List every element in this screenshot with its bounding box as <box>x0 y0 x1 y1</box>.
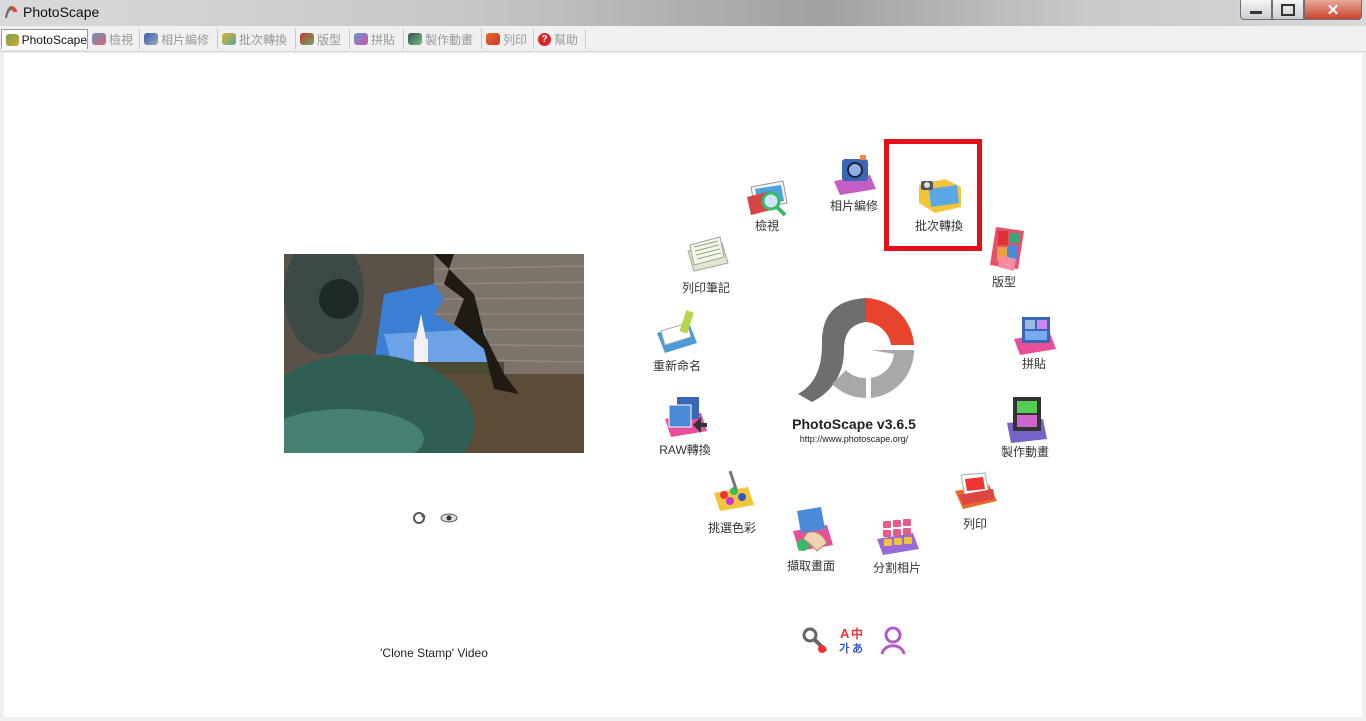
tab-label: 批次轉換 <box>239 32 288 47</box>
tab-label: 版型 <box>317 32 342 47</box>
tab-label: 列印 <box>503 32 528 47</box>
svg-text:가: 가 <box>839 641 849 655</box>
menu-animated[interactable]: 製作動畫 <box>990 393 1060 460</box>
settings-wrench-icon[interactable] <box>800 625 830 655</box>
raw-converter-icon <box>665 397 707 437</box>
animated-tab-icon <box>408 33 422 45</box>
screen-capture-icon <box>793 507 833 552</box>
tab-page[interactable]: 版型 <box>296 29 350 49</box>
page-tab-icon <box>300 33 314 45</box>
menu-screen-capture-label: 擷取畫面 <box>786 559 835 573</box>
menu-screen-capture[interactable]: 擷取畫面 <box>776 505 846 574</box>
menu-raw-converter[interactable]: RAW轉換 <box>650 395 720 458</box>
tab-batch[interactable]: 批次轉換 <box>218 29 296 49</box>
tab-help[interactable]: ? 幫助 <box>534 29 586 49</box>
tab-viewer[interactable]: 檢視 <box>88 29 140 49</box>
tab-label: 幫助 <box>554 32 579 47</box>
editor-tab-icon <box>144 33 158 45</box>
photoscape-logo-icon <box>5 6 17 18</box>
menu-editor-label: 相片編修 <box>829 199 878 213</box>
title-bar: PhotoScape ✕ <box>0 0 1366 26</box>
user-icon[interactable] <box>878 625 908 655</box>
close-icon: ✕ <box>1326 1 1340 19</box>
svg-text:中: 中 <box>851 626 863 641</box>
window-title: PhotoScape <box>23 4 100 20</box>
menu-print-label: 列印 <box>962 517 987 531</box>
maximize-button[interactable] <box>1272 0 1304 20</box>
combine-tab-icon <box>354 33 368 45</box>
menu-batch-label: 批次轉換 <box>914 219 963 233</box>
menu-rename[interactable]: 重新命名 <box>642 309 712 374</box>
language-icon[interactable]: A 中 가 あ <box>838 625 868 655</box>
editor-icon <box>834 155 876 195</box>
color-picker-icon <box>714 470 754 511</box>
minimize-icon <box>1250 11 1262 14</box>
svg-text:あ: あ <box>852 642 863 655</box>
tab-label: 檢視 <box>109 32 134 47</box>
minimize-button[interactable] <box>1240 0 1272 20</box>
tab-photoscape[interactable]: PhotoScape <box>1 29 88 49</box>
menu-editor[interactable]: 相片編修 <box>819 153 889 214</box>
video-link[interactable]: 'Clone Stamp' Video <box>334 646 534 660</box>
menu-paper-print[interactable]: 列印筆記 <box>671 231 741 296</box>
tab-label: 製作動畫 <box>425 32 474 47</box>
close-button[interactable]: ✕ <box>1304 0 1362 20</box>
menu-splitter[interactable]: 分割相片 <box>862 515 932 576</box>
splitter-icon <box>877 519 919 555</box>
menu-splitter-label: 分割相片 <box>872 561 921 575</box>
photoscape-center-logo <box>798 298 915 402</box>
tab-label: 相片編修 <box>161 32 210 47</box>
featured-photo[interactable] <box>284 254 584 453</box>
menu-viewer[interactable]: 檢視 <box>732 177 802 234</box>
menu-print[interactable]: 列印 <box>940 471 1010 532</box>
tab-bar: PhotoScape 檢視 相片編修 批次轉換 版型 拼貼 製作動畫 列印 ? … <box>0 27 1366 52</box>
viewer-icon <box>747 180 788 217</box>
tab-editor[interactable]: 相片編修 <box>140 29 218 49</box>
eye-icon[interactable] <box>440 511 458 525</box>
print-icon <box>955 472 997 509</box>
rename-icon <box>657 310 697 353</box>
menu-viewer-label: 檢視 <box>754 219 779 233</box>
menu-combine-label: 拼貼 <box>1021 357 1046 371</box>
photo-image <box>284 254 584 453</box>
app-url[interactable]: http://www.photoscape.org/ <box>776 434 932 444</box>
tab-animated[interactable]: 製作動畫 <box>404 29 482 49</box>
tab-label: PhotoScape <box>21 32 87 47</box>
print-tab-icon <box>486 33 500 45</box>
menu-color-picker[interactable]: 挑選色彩 <box>697 469 767 536</box>
help-icon: ? <box>538 32 551 46</box>
svg-text:A: A <box>840 626 850 641</box>
main-panel: 'Clone Stamp' Video PhotoScape v3.6.5 ht… <box>4 53 1362 717</box>
menu-raw-converter-label: RAW轉換 <box>659 443 711 457</box>
menu-animated-label: 製作動畫 <box>1000 445 1049 459</box>
batch-editor-icon <box>919 179 961 213</box>
animated-gif-icon <box>1007 397 1047 443</box>
menu-batch[interactable]: 批次轉換 <box>904 173 974 234</box>
batch-tab-icon <box>222 33 236 45</box>
page-icon <box>990 227 1024 271</box>
menu-color-picker-label: 挑選色彩 <box>707 521 756 535</box>
menu-paper-print-label: 列印筆記 <box>681 281 730 295</box>
tab-print[interactable]: 列印 <box>482 29 534 49</box>
photoscape-tab-icon <box>6 33 19 46</box>
restore-icon <box>1281 3 1295 16</box>
refresh-icon[interactable] <box>410 511 428 525</box>
tab-combine[interactable]: 拼貼 <box>350 29 404 49</box>
menu-combine[interactable]: 拼貼 <box>999 315 1069 372</box>
menu-page[interactable]: 版型 <box>969 225 1039 290</box>
menu-rename-label: 重新命名 <box>652 359 701 373</box>
menu-page-label: 版型 <box>991 275 1016 289</box>
paper-print-icon <box>687 236 729 272</box>
app-version: PhotoScape v3.6.5 <box>792 416 916 432</box>
combine-icon <box>1014 317 1056 355</box>
tab-label: 拼貼 <box>371 32 396 47</box>
viewer-tab-icon <box>92 33 106 45</box>
